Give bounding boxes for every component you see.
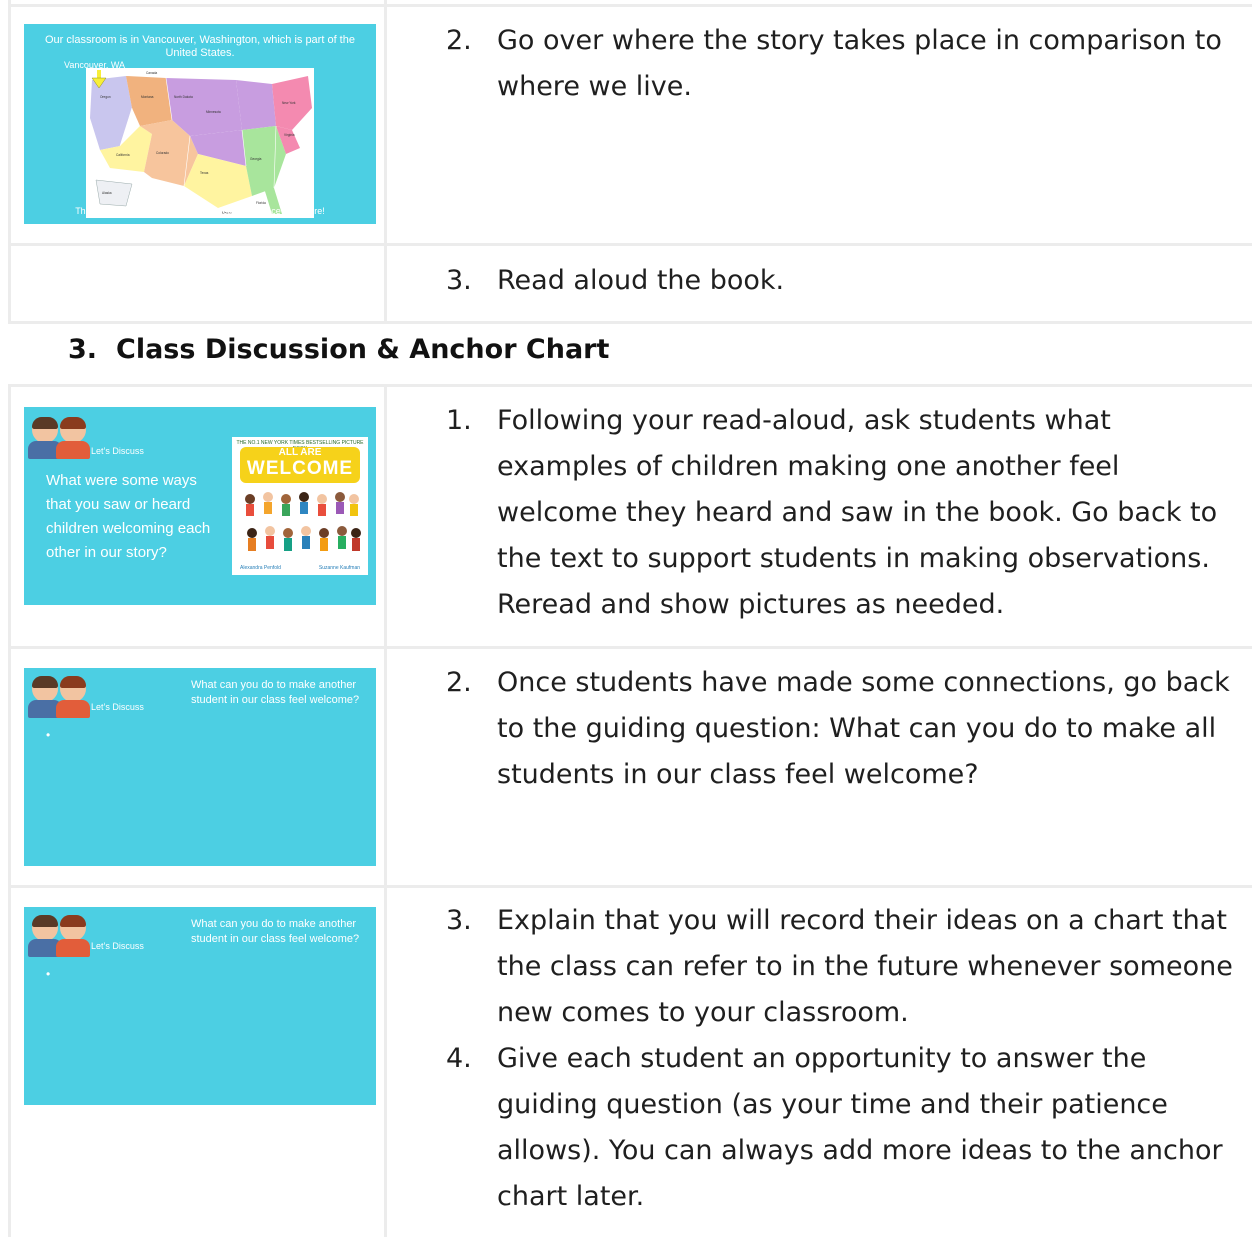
- slide-question: What can you do to make another student …: [191, 918, 360, 945]
- step-text: Explain that you will record their ideas…: [497, 905, 1233, 1028]
- slide-footer: The setting of this story is fictional. …: [75, 206, 325, 216]
- table-border-left: [8, 0, 11, 321]
- svg-text:Virginia: Virginia: [284, 133, 295, 137]
- section-title: Class Discussion & Anchor Chart: [116, 334, 610, 365]
- svg-text:New York: New York: [282, 101, 296, 105]
- empty-bullet: •: [46, 967, 51, 981]
- svg-text:California: California: [116, 153, 130, 157]
- svg-text:Colorado: Colorado: [156, 151, 169, 155]
- section-number: 3.: [68, 334, 98, 365]
- us-map-image: Canada Oregon Montana North Dakota Minne…: [86, 68, 314, 218]
- table-border: [8, 243, 1252, 246]
- slide-title: Our classroom is in Vancouver, Washingto…: [45, 34, 355, 59]
- table-column-divider: [384, 384, 387, 1237]
- step-item: 4. Give each student an opportunity to a…: [446, 1036, 1236, 1220]
- slide-thumbnail-discuss: Let’s Discuss What were some ways that y…: [24, 407, 376, 605]
- book-illustrator: Suzanne Kaufman: [318, 565, 360, 571]
- book-author: Alexandra Penfold: [240, 565, 281, 571]
- slide-question: What can you do to make another student …: [191, 679, 360, 706]
- step-text: Following your read-aloud, ask students …: [497, 405, 1218, 620]
- step-number: 3.: [446, 905, 472, 936]
- slide-thumbnail-discuss: Let’s Discuss What can you do to make an…: [24, 907, 376, 1105]
- step-item: 2. Go over where the story takes place i…: [446, 18, 1236, 110]
- svg-text:Montana: Montana: [141, 95, 154, 99]
- table-border: [8, 646, 1252, 649]
- step-number: 2.: [446, 667, 472, 698]
- girl-avatar-icon: [56, 676, 90, 718]
- boy-avatar-icon: [28, 676, 62, 718]
- children-illustration-icon: [245, 492, 361, 551]
- table-border: [8, 885, 1252, 888]
- step-item: 1. Following your read-aloud, ask studen…: [446, 398, 1236, 628]
- slide-thumbnail-discuss: Let’s Discuss What can you do to make an…: [24, 668, 376, 866]
- svg-text:Minnesota: Minnesota: [206, 110, 221, 114]
- step-text: Read aloud the book.: [497, 265, 785, 296]
- table-border: [8, 321, 1252, 324]
- step-number: 3.: [446, 265, 472, 296]
- girl-avatar-icon: [56, 915, 90, 957]
- slide-thumbnail-map: Our classroom is in Vancouver, Washingto…: [24, 24, 376, 224]
- book-cover-image: THE NO.1 NEW YORK TIMES BESTSELLING PICT…: [232, 437, 368, 575]
- table-border-left: [8, 384, 11, 1237]
- svg-text:Alaska: Alaska: [102, 191, 112, 195]
- step-number: 1.: [446, 405, 472, 436]
- slide-question: What were some ways that you saw or hear…: [46, 472, 211, 561]
- girl-avatar-icon: [56, 417, 90, 459]
- lets-discuss-label: Let’s Discuss: [91, 941, 144, 951]
- lets-discuss-label: Let’s Discuss: [91, 446, 144, 456]
- table-border-top: [8, 4, 1252, 7]
- step-text: Go over where the story takes place in c…: [497, 25, 1222, 102]
- step-text: Once students have made some connections…: [497, 667, 1230, 790]
- svg-text:Canada: Canada: [146, 71, 157, 75]
- lets-discuss-label: Let’s Discuss: [91, 702, 144, 712]
- section-heading: 3. Class Discussion & Anchor Chart: [68, 334, 609, 365]
- step-item: 3. Read aloud the book.: [446, 258, 1236, 304]
- table-column-divider: [384, 0, 387, 321]
- svg-text:Texas: Texas: [200, 171, 209, 175]
- step-number: 2.: [446, 25, 472, 56]
- svg-text:Florida: Florida: [256, 201, 266, 205]
- svg-text:North Dakota: North Dakota: [174, 95, 193, 99]
- svg-text:Oregon: Oregon: [100, 95, 111, 99]
- empty-bullet: •: [46, 728, 51, 742]
- step-item: 2. Once students have made some connecti…: [446, 660, 1236, 798]
- step-number: 4.: [446, 1043, 472, 1074]
- book-title-main: WELCOME: [246, 458, 354, 479]
- boy-avatar-icon: [28, 915, 62, 957]
- step-text: Give each student an opportunity to answ…: [497, 1043, 1223, 1212]
- svg-text:Georgia: Georgia: [250, 157, 262, 161]
- step-item: 3. Explain that you will record their id…: [446, 898, 1236, 1036]
- us-map-graphic: Canada Oregon Montana North Dakota Minne…: [90, 70, 312, 215]
- table-border: [8, 384, 1252, 387]
- book-title-banner: ALL ARE WELCOME: [240, 447, 360, 483]
- boy-avatar-icon: [28, 417, 62, 459]
